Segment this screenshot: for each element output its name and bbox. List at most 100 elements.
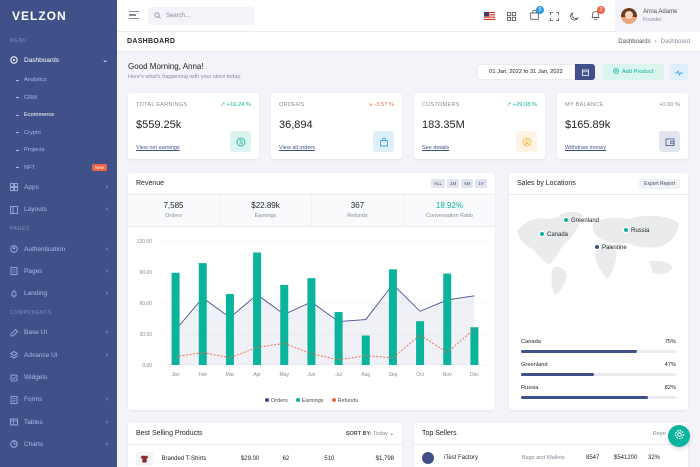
table-row[interactable]: iTest Factory Bags and Wallets 8547 $541… (422, 452, 680, 464)
range-button-6m[interactable]: 6M (461, 179, 474, 188)
activity-button[interactable] (670, 64, 688, 80)
location-row-canada: Canada 75% (521, 339, 676, 353)
settings-button[interactable] (668, 425, 690, 447)
kpi-change: ↘ -3.57 % (368, 102, 394, 108)
seller-name[interactable]: iTest Factory (444, 455, 522, 461)
sort-dropdown[interactable]: SORT BY: Today ⌄ (346, 431, 394, 437)
x-tick-label: Mar (226, 372, 235, 378)
notifications-button[interactable]: 3 (589, 6, 605, 22)
product-name[interactable]: Branded T-Shirts (161, 456, 240, 462)
sidebar-subitem-analytics[interactable]: Analytics (0, 71, 117, 89)
add-product-button[interactable]: Add Product (602, 64, 664, 80)
sidebar-subitem-ecommerce[interactable]: Ecommerce (0, 106, 117, 124)
x-tick-label: Nov (443, 372, 452, 378)
map-label-greenland: Greenland (571, 218, 599, 224)
sidebar-item-pages[interactable]: Pages › (0, 260, 117, 282)
kpi-card-total-earnings: TOTAL EARNINGS ↗ +16.24 % $559.25k View … (128, 93, 259, 159)
export-report-button[interactable]: Export Report (639, 178, 680, 189)
sidebar-item-advance-ui[interactable]: Advance UI › (0, 344, 117, 366)
map-marker-canada (539, 231, 545, 237)
revenue-chart: 0.00 30.00 60.00 90.00 120.00 Jan Feb Mar Apr May… (137, 239, 488, 378)
date-range-picker[interactable]: 01 Jan, 2022 to 31 Jan, 2022 (477, 64, 575, 80)
dark-mode-moon-icon[interactable] (568, 10, 580, 22)
calendar-button[interactable] (575, 64, 595, 80)
brand-logo[interactable]: VELZON (0, 0, 117, 32)
x-tick-label: Oct (416, 372, 424, 378)
user-dropdown[interactable]: Anna Adame Founder (615, 0, 700, 32)
sidebar-item-widgets[interactable]: Widgets (0, 366, 117, 388)
legend-orders[interactable]: Orders (264, 398, 288, 404)
product-stock: 510 (324, 456, 335, 462)
dollar-icon: $ (230, 131, 251, 152)
sidebar-subitem-label: NFT (24, 164, 36, 171)
kpi-value: 36,894 (279, 119, 313, 131)
seller-amount: $541200 (614, 455, 638, 461)
sidebar-item-tables[interactable]: Tables › (0, 411, 117, 433)
kpi-change: ↗ +16.24 % (220, 102, 251, 108)
report-button[interactable]: Repo (653, 431, 666, 437)
fullscreen-icon[interactable] (548, 10, 560, 22)
notification-badge: 3 (597, 6, 605, 14)
sidebar-item-label: Pages (24, 267, 43, 275)
account-circle-icon (10, 245, 18, 253)
sidebar-item-base-ui[interactable]: Base UI › (0, 322, 117, 344)
chart-legend: Orders Earnings Refunds (128, 398, 495, 404)
best-selling-title: Best Selling Products (136, 430, 203, 437)
hamburger-menu-icon[interactable] (129, 11, 139, 21)
range-button-1y[interactable]: 1Y (475, 179, 487, 188)
range-button-all[interactable]: ALL (430, 179, 445, 188)
table-row[interactable]: Branded T-Shirts $29.00 62 510 $1,798 (136, 452, 394, 466)
sidebar-subitem-projects[interactable]: Projects (0, 141, 117, 159)
sidebar-subitem-crypto[interactable]: Crypto (0, 124, 117, 142)
kpi-link[interactable]: See details (422, 145, 449, 151)
kpi-link[interactable]: View all orders (279, 145, 315, 151)
location-row-russia: Russia 82% (521, 385, 676, 399)
search-input[interactable]: Search... (148, 7, 254, 25)
legend-earnings[interactable]: Earnings (295, 398, 324, 404)
kpi-change: +0.00 % (658, 102, 680, 108)
range-button-1m[interactable]: 1M (446, 179, 460, 188)
legend-refunds[interactable]: Refunds (331, 398, 358, 404)
sidebar-item-label: Dashboards (24, 56, 60, 64)
wallet-icon (659, 131, 680, 152)
page-title: DASHBOARD (127, 38, 176, 45)
breadcrumb: Dashboards › Dashboard (618, 38, 690, 45)
sidebar-subitem-nft[interactable]: NFT New (0, 159, 117, 177)
chevron-right-icon: › (105, 418, 108, 426)
pages-section-title: PAGES (10, 226, 30, 233)
sidebar-item-layouts[interactable]: Layouts › (0, 199, 117, 221)
sidebar-item-forms[interactable]: Forms › (0, 389, 117, 411)
dashboard-icon (10, 56, 18, 64)
cart-button[interactable]: 5 (528, 6, 544, 22)
apps-grid-icon[interactable] (505, 10, 517, 22)
kpi-link[interactable]: Withdraw money (565, 145, 606, 151)
kpi-link[interactable]: View net earnings (136, 145, 180, 151)
sidebar-subitem-crm[interactable]: CRM (0, 89, 117, 107)
x-tick-label: Jan (172, 372, 180, 378)
sidebar-item-authentication[interactable]: Authentication › (0, 238, 117, 260)
earnings-bar (280, 284, 289, 365)
earnings-bar (171, 272, 180, 365)
y-tick-label: 0.00 (142, 363, 152, 369)
x-tick-label: May (280, 372, 290, 378)
seller-percent: 32% (648, 455, 661, 461)
map-label-palestine: Palestine (602, 245, 627, 251)
x-tick-label: Dec (470, 372, 479, 378)
us-flag-icon[interactable] (483, 10, 495, 22)
location-progress (521, 396, 649, 399)
y-tick-label: 60.00 (139, 301, 152, 307)
breadcrumb-parent[interactable]: Dashboards (618, 39, 650, 45)
layout-icon (10, 205, 18, 214)
kpi-label: CUSTOMERS (422, 102, 460, 108)
avatar (621, 8, 637, 24)
product-orders: 62 (282, 456, 290, 462)
sidebar-item-apps[interactable]: Apps › (0, 176, 117, 198)
kpi-card-customers: CUSTOMERS ↗ +29.08 % 183.35M See details (414, 93, 545, 159)
sidebar-item-label: Tables (24, 418, 43, 426)
revenue-card: Revenue ALL 1M 6M 1Y 7,585 Orders $22.89k… (128, 173, 495, 410)
sidebar-item-dashboards[interactable]: Dashboards ⌄ (0, 49, 117, 71)
sidebar-item-landing[interactable]: Landing › (0, 282, 117, 304)
location-row-greenland: Greenland 47% (521, 362, 676, 376)
chevron-right-icon: › (105, 267, 108, 275)
sidebar-item-charts[interactable]: Charts › (0, 433, 117, 455)
